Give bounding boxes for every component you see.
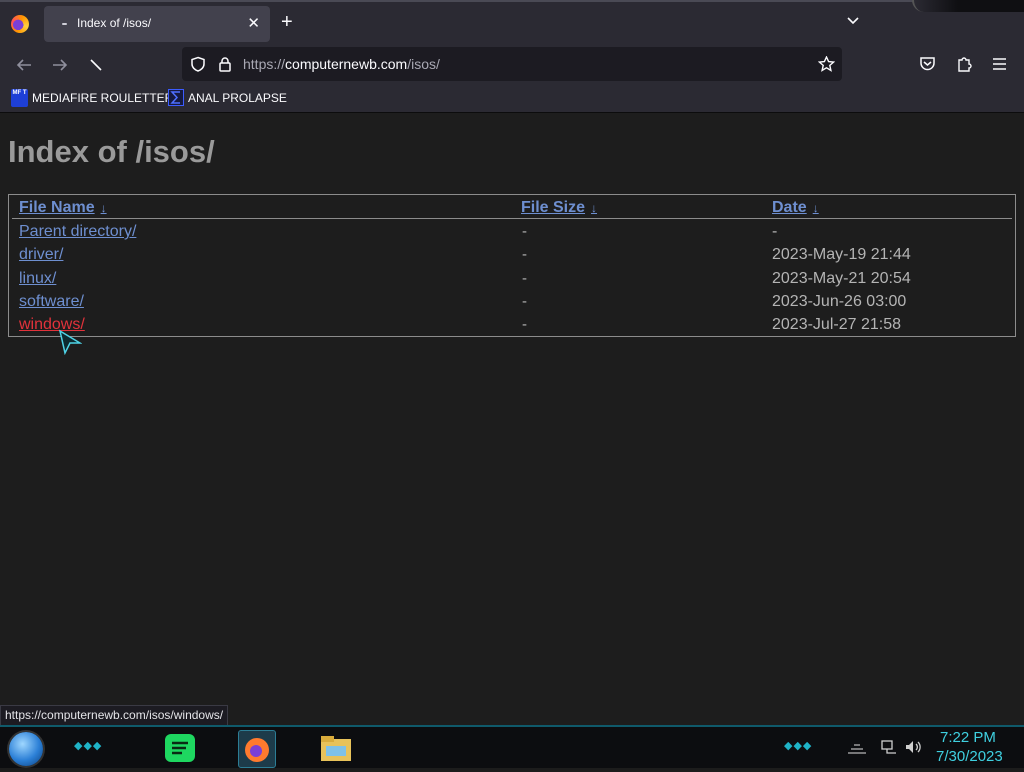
file-date: 2023-May-19 21:44 — [772, 246, 911, 263]
pocket-icon[interactable] — [919, 56, 936, 72]
table-row: linux/ - 2023-May-21 20:54 — [9, 270, 1017, 293]
bookmarks-toolbar: MEDIAFIRE ROULETTER ANAL PROLAPSE — [0, 86, 1024, 113]
file-date: 2023-Jul-27 21:58 — [772, 316, 901, 333]
firefox-taskbar-icon[interactable] — [238, 730, 276, 768]
bookmark-anal-prolapse[interactable]: ANAL PROLAPSE — [188, 91, 287, 105]
file-date: - — [772, 223, 778, 240]
table-row: software/ - 2023-Jun-26 03:00 — [9, 293, 1017, 316]
firefox-menu-icon[interactable] — [11, 15, 29, 33]
window-decoration — [912, 0, 1024, 12]
lock-icon[interactable] — [218, 56, 232, 72]
column-header-date[interactable]: Date ↓ — [772, 199, 819, 217]
tracking-protection-shield-icon[interactable] — [190, 56, 206, 72]
file-size: - — [522, 246, 527, 263]
file-link[interactable]: software/ — [19, 293, 84, 311]
list-all-tabs-chevron-icon[interactable] — [846, 14, 860, 28]
tab-title: Index of /isos/ — [77, 16, 152, 30]
hamburger-menu-icon[interactable] — [992, 57, 1007, 71]
sigma-favicon-icon — [168, 89, 184, 106]
show-hidden-icons-icon[interactable] — [846, 741, 868, 755]
taskbar-decoration-right: ◆◆◆ — [784, 740, 813, 752]
bookmark-star-icon[interactable] — [818, 56, 835, 72]
file-size: - — [522, 316, 527, 333]
bookmark-mediafire-rouletter[interactable]: MEDIAFIRE ROULETTER — [32, 91, 173, 105]
file-link[interactable]: driver/ — [19, 246, 63, 264]
column-header-file-size[interactable]: File Size ↓ — [521, 199, 597, 217]
tab-loading-icon — [62, 23, 67, 25]
tab-strip: Index of /isos/ ✕ + — [0, 0, 1024, 44]
sort-arrow-icon: ↓ — [100, 201, 107, 215]
back-arrow-icon[interactable] — [15, 57, 33, 73]
file-explorer-taskbar-icon[interactable] — [318, 730, 354, 766]
file-size: - — [522, 270, 527, 287]
table-row: Parent directory/ - - — [9, 223, 1017, 246]
clock-time[interactable]: 7:22 PM — [940, 729, 996, 746]
file-link[interactable]: Parent directory/ — [19, 223, 136, 241]
tab-active[interactable]: Index of /isos/ ✕ — [44, 6, 270, 42]
network-icon[interactable] — [880, 739, 898, 755]
link-status-tooltip: https://computernewb.com/isos/windows/ — [0, 705, 229, 727]
tab-close-button[interactable]: ✕ — [247, 14, 260, 32]
mediafire-favicon-icon: MF T — [11, 89, 28, 107]
file-size: - — [522, 223, 527, 240]
forward-arrow-icon[interactable] — [51, 57, 69, 73]
volume-icon[interactable] — [904, 739, 922, 755]
new-tab-button[interactable]: + — [281, 11, 293, 34]
table-row: driver/ - 2023-May-19 21:44 — [9, 246, 1017, 269]
taskbar: ◆◆◆ ◆◆◆ 7:22 PM 7/30/2023 — [0, 725, 1024, 768]
sort-arrow-icon: ↓ — [591, 201, 598, 215]
mouse-cursor-icon — [58, 329, 82, 355]
spotify-taskbar-icon[interactable] — [162, 730, 198, 766]
page-content: Index of /isos/ File Name ↓ File Size ↓ Da… — [0, 113, 1024, 725]
url-text[interactable]: https://computernewb.com/isos/ — [243, 56, 440, 72]
file-size: - — [522, 293, 527, 310]
extensions-puzzle-icon[interactable] — [956, 55, 973, 73]
sort-arrow-icon: ↓ — [812, 201, 819, 215]
column-header-file-name[interactable]: File Name ↓ — [19, 199, 107, 217]
file-link[interactable]: linux/ — [19, 270, 56, 288]
taskbar-decoration-left: ◆◆◆ — [74, 740, 103, 752]
header-divider — [12, 218, 1012, 219]
file-date: 2023-Jun-26 03:00 — [772, 293, 907, 310]
table-row: windows/ - 2023-Jul-27 21:58 — [9, 316, 1017, 339]
navigation-toolbar: https://computernewb.com/isos/ — [0, 44, 1024, 86]
stop-loading-icon[interactable] — [88, 57, 104, 73]
start-orb-icon[interactable] — [9, 732, 43, 766]
clock-date[interactable]: 7/30/2023 — [936, 748, 1003, 765]
file-listing-table: File Name ↓ File Size ↓ Date ↓ Parent direc… — [8, 194, 1016, 337]
page-title: Index of /isos/ — [8, 134, 215, 169]
address-bar[interactable]: https://computernewb.com/isos/ — [182, 47, 842, 81]
file-date: 2023-May-21 20:54 — [772, 270, 911, 287]
